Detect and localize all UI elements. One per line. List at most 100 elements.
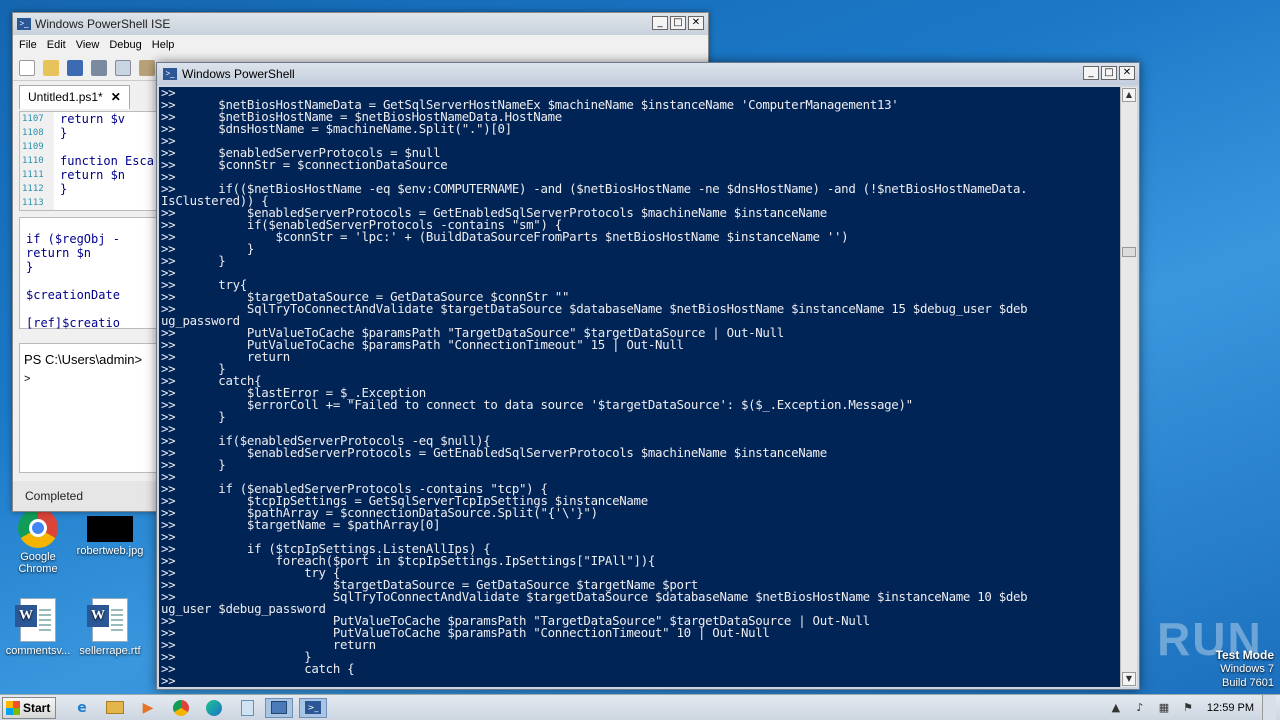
minimize-button[interactable]: _: [1083, 66, 1099, 80]
status-text: Completed: [25, 489, 84, 503]
powershell-window[interactable]: >_ Windows PowerShell _ □ ✕ >> >> $netBio…: [156, 62, 1140, 690]
ise-menu-bar: File Edit View Debug Help: [13, 35, 708, 55]
taskbar-powershell[interactable]: >_: [299, 697, 327, 718]
close-button[interactable]: ✕: [1119, 66, 1135, 80]
console-line: >> }: [161, 361, 226, 376]
console-line: >> }: [161, 409, 226, 424]
console-line: >> $connStr = 'lpc:' + (BuildDataSourceF…: [161, 229, 849, 244]
tab-label: Untitled1.ps1*: [28, 90, 103, 104]
console-line: >> }: [161, 253, 226, 268]
test-mode-line2: Windows 7: [1220, 663, 1274, 675]
explorer-icon: [106, 701, 124, 714]
console-text: >> >> $netBiosHostNameData = GetSqlServer…: [161, 87, 1028, 687]
script-editor-secondary[interactable]: if ($regObj - return $n } $creationDate …: [19, 217, 159, 330]
ise-console-pane[interactable]: PS C:\Users\admin> >: [19, 343, 159, 473]
start-button[interactable]: Start: [2, 696, 56, 719]
chevron-up-icon[interactable]: ▲: [1109, 701, 1123, 715]
powershell-title-text: Windows PowerShell: [182, 67, 295, 81]
console-output-area[interactable]: >> >> $netBiosHostNameData = GetSqlServer…: [159, 87, 1121, 687]
taskbar-edge[interactable]: [202, 698, 226, 718]
desktop-icon-commentsv[interactable]: commentsv...: [0, 598, 76, 657]
taskbar: Start e ▶ >_ ▲ ♪ ▦ ⚑ 12:59 PM: [0, 694, 1280, 720]
desktop-icon-robertweb[interactable]: robertweb.jpg: [72, 508, 148, 557]
powershell-window-controls: _ □ ✕: [1081, 66, 1135, 80]
console-line: >> $targetName = $pathArray[0]: [161, 517, 441, 532]
action-center-flag-icon[interactable]: ⚑: [1181, 701, 1195, 715]
maximize-button[interactable]: □: [670, 16, 686, 30]
copy-icon[interactable]: [115, 59, 131, 76]
show-desktop-button[interactable]: [1262, 695, 1276, 720]
desktop-icon-sellerrape[interactable]: sellerrape.rtf: [72, 598, 148, 657]
desktop-icon-chrome[interactable]: Google Chrome: [0, 508, 76, 575]
word-doc-icon: [15, 598, 56, 642]
taskbar-ise[interactable]: [265, 697, 293, 718]
tab-untitled1[interactable]: Untitled1.ps1* ✕: [19, 85, 130, 109]
menu-file[interactable]: File: [19, 39, 37, 51]
paste-icon[interactable]: [139, 59, 155, 76]
maximize-button[interactable]: □: [1101, 66, 1117, 80]
menu-view[interactable]: View: [76, 39, 100, 51]
ise-icon: [271, 701, 287, 714]
cut-icon[interactable]: [91, 59, 107, 76]
clock[interactable]: 12:59 PM: [1207, 702, 1254, 714]
console-line: >> SqlTryToConnectAndValidate $targetDat…: [161, 301, 1028, 316]
editor-line: 1109: [20, 140, 158, 154]
code-text: function Esca: [60, 154, 154, 168]
close-tab-icon[interactable]: ✕: [111, 90, 121, 104]
code-text: return $n: [60, 168, 126, 182]
console-line: >> $enabledServerProtocols = GetEnabledS…: [161, 445, 827, 460]
edge-icon: [206, 699, 222, 716]
menu-debug[interactable]: Debug: [109, 39, 141, 51]
code-line: $creationDate: [26, 288, 120, 302]
test-mode-line3: Build 7601: [1222, 677, 1274, 689]
console-line: >> $errorColl += "Failed to connect to d…: [161, 397, 913, 412]
console-prompt: PS C:\Users\admin>: [24, 352, 143, 367]
windows-logo-icon: [6, 700, 20, 715]
save-icon[interactable]: [67, 59, 83, 76]
taskbar-ie[interactable]: e: [70, 698, 94, 718]
line-number: 1112: [22, 184, 44, 194]
taskbar-notepad[interactable]: [235, 698, 259, 718]
scrollbar-thumb[interactable]: [1122, 247, 1136, 257]
desktop-icon-label: robertweb.jpg: [76, 545, 144, 557]
powershell-icon: >_: [17, 18, 31, 30]
ie-icon: e: [77, 699, 87, 716]
powershell-icon: >_: [305, 701, 321, 714]
open-folder-icon[interactable]: [43, 59, 59, 76]
test-mode-notice: Test Mode Windows 7 Build 7601: [1216, 648, 1274, 690]
start-label: Start: [23, 700, 51, 715]
test-mode-line1: Test Mode: [1215, 648, 1274, 662]
ise-title-text: Windows PowerShell ISE: [35, 17, 171, 31]
taskbar-explorer[interactable]: [103, 698, 127, 718]
code-line: if ($regObj -: [26, 232, 120, 246]
taskbar-chrome[interactable]: [169, 698, 193, 718]
vertical-scrollbar[interactable]: ▲ ▼: [1120, 87, 1137, 687]
powershell-titlebar[interactable]: >_ Windows PowerShell: [157, 63, 1139, 85]
desktop-icon-label: sellerrape.rtf: [79, 645, 141, 657]
scroll-up-arrow-icon[interactable]: ▲: [1122, 88, 1136, 102]
ise-window-controls: _ □ ✕: [650, 16, 704, 30]
editor-line: 1113: [20, 196, 158, 210]
code-line: [ref]$creatio: [26, 316, 120, 330]
powershell-icon: >_: [163, 68, 177, 80]
new-file-icon[interactable]: [19, 59, 35, 76]
volume-icon[interactable]: ♪: [1133, 701, 1147, 715]
minimize-button[interactable]: _: [652, 16, 668, 30]
ise-titlebar[interactable]: >_ Windows PowerShell ISE: [13, 13, 708, 35]
console-line: >>: [161, 673, 176, 687]
script-editor[interactable]: 1107 return $v 1108} 1109 1110 function E…: [19, 111, 159, 211]
console-line: >> PutValueToCache $paramsPath "Connecti…: [161, 337, 684, 352]
taskbar-media-player[interactable]: ▶: [136, 698, 160, 718]
line-number: 1111: [22, 170, 44, 180]
scroll-down-arrow-icon[interactable]: ▼: [1122, 672, 1136, 686]
editor-line: 1110 function Esca: [20, 154, 158, 168]
code-text: }: [60, 182, 68, 196]
system-tray: ▲ ♪ ▦ ⚑ 12:59 PM: [1099, 695, 1280, 720]
menu-edit[interactable]: Edit: [47, 39, 66, 51]
menu-help[interactable]: Help: [152, 39, 175, 51]
console-line: >> $connStr = $connectionDataSource: [161, 157, 448, 172]
network-icon[interactable]: ▦: [1157, 701, 1171, 715]
console-line: >>: [161, 265, 176, 280]
chrome-icon: [173, 699, 189, 716]
close-button[interactable]: ✕: [688, 16, 704, 30]
